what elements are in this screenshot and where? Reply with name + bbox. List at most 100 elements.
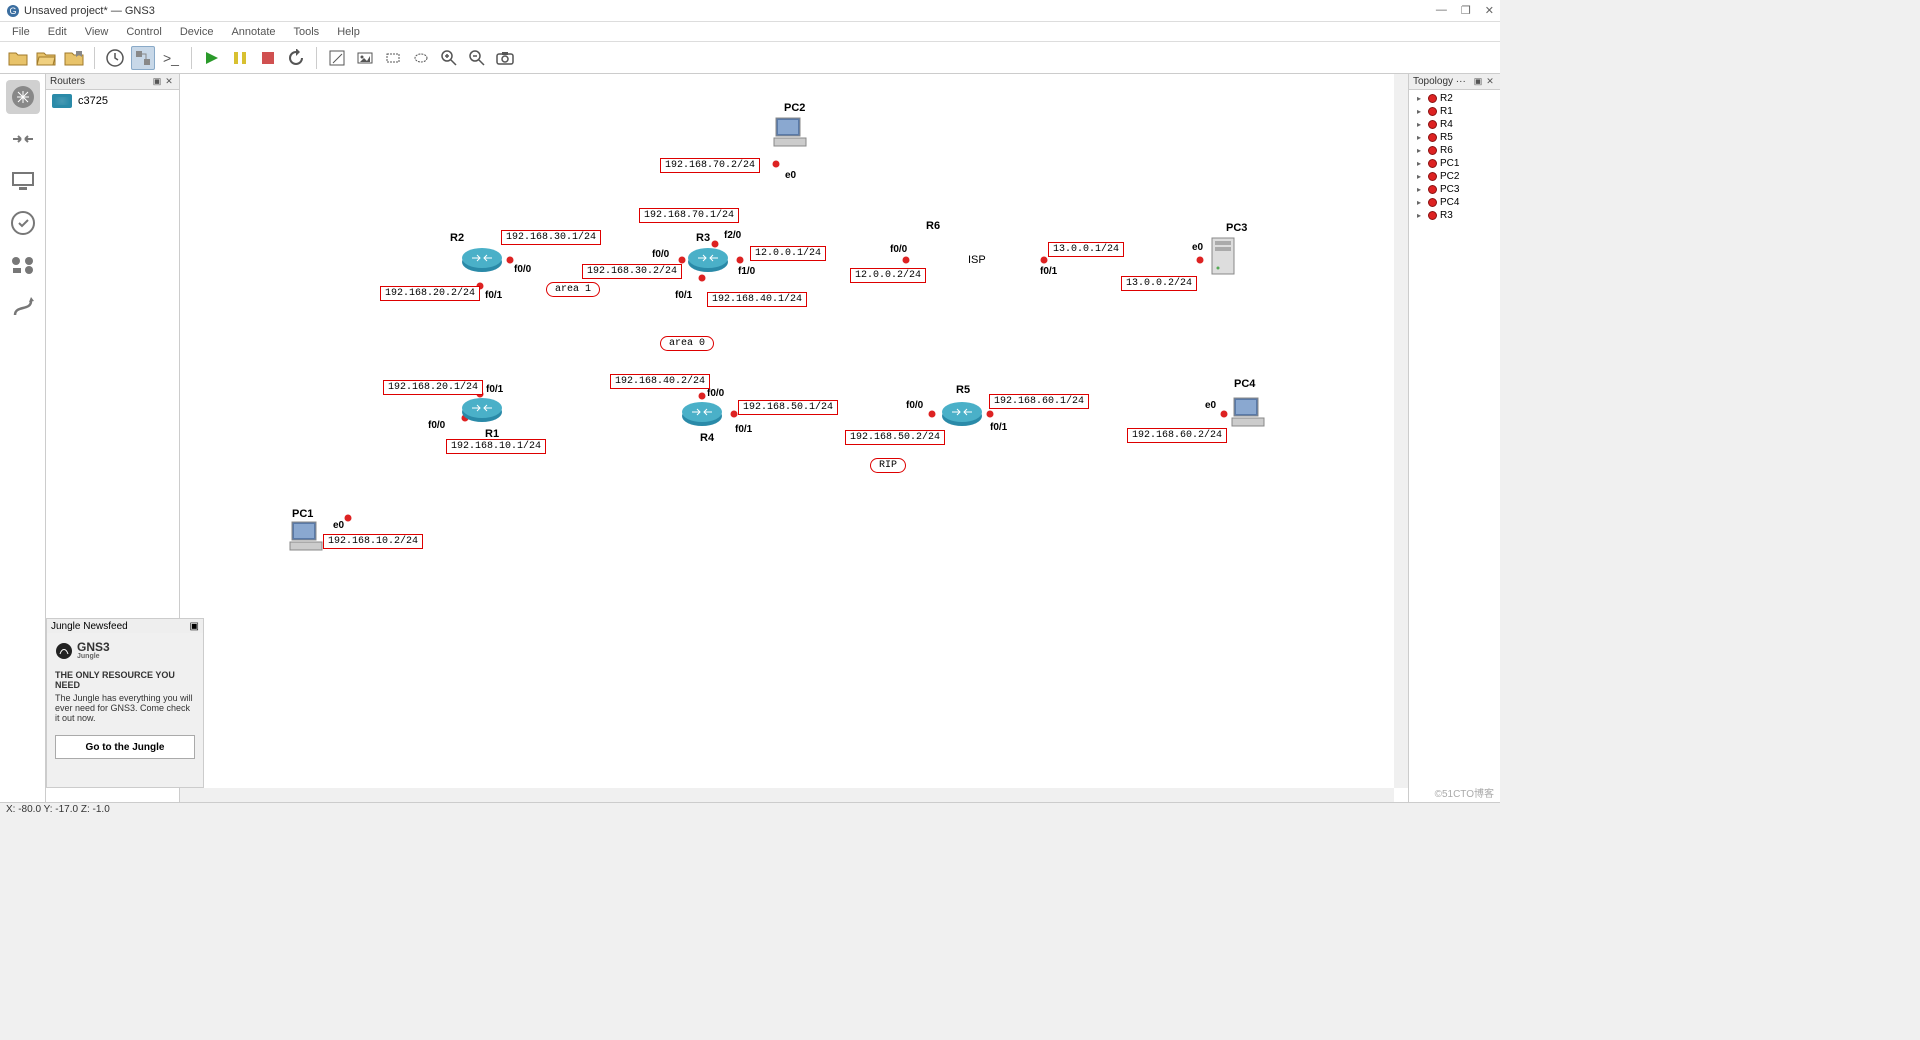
expand-icon[interactable]: ▸ <box>1417 185 1425 194</box>
minimize-button[interactable]: — <box>1436 4 1447 17</box>
menu-file[interactable]: File <box>4 24 38 40</box>
link-endpoint <box>903 257 910 264</box>
topology-item[interactable]: ▸R5 <box>1411 131 1498 144</box>
menu-tools[interactable]: Tools <box>286 24 328 40</box>
security-category-icon[interactable] <box>6 206 40 240</box>
expand-icon[interactable]: ▸ <box>1417 159 1425 168</box>
node-pc3[interactable] <box>1210 236 1236 276</box>
menu-control[interactable]: Control <box>118 24 169 40</box>
expand-icon[interactable]: ▸ <box>1417 120 1425 129</box>
link-endpoint <box>1197 257 1204 264</box>
menu-device[interactable]: Device <box>172 24 222 40</box>
panel-close-icon[interactable]: ✕ <box>1484 76 1496 87</box>
topology-item[interactable]: ▸ PC4 <box>1411 196 1498 209</box>
horizontal-scrollbar[interactable] <box>180 788 1394 802</box>
topology-item[interactable]: ▸R6 <box>1411 144 1498 157</box>
node-r2[interactable] <box>460 246 504 274</box>
expand-icon[interactable]: ▸ <box>1417 107 1425 116</box>
node-r5[interactable] <box>940 400 984 428</box>
panel-close-icon[interactable]: ✕ <box>163 76 175 87</box>
menu-view[interactable]: View <box>77 24 117 40</box>
console-icon[interactable]: >_ <box>159 46 183 70</box>
port: f2/0 <box>724 230 741 241</box>
node-pc2[interactable] <box>772 116 808 148</box>
node-pc4[interactable] <box>1230 396 1266 428</box>
topology-item[interactable]: ▸ R1 <box>1411 105 1498 118</box>
label-r2: R2 <box>450 232 464 244</box>
label-r5: R5 <box>956 384 970 396</box>
start-icon[interactable] <box>200 46 224 70</box>
port: f1/0 <box>738 266 755 277</box>
menu-edit[interactable]: Edit <box>40 24 75 40</box>
annotate-note-icon[interactable] <box>325 46 349 70</box>
topology-item[interactable]: ▸PC3 <box>1411 183 1498 196</box>
expand-icon[interactable]: ▸ <box>1417 172 1425 181</box>
node-pc1[interactable] <box>288 520 324 552</box>
pause-icon[interactable] <box>228 46 252 70</box>
ip: 192.168.30.2/24 <box>582 264 682 279</box>
port: f0/0 <box>890 244 907 255</box>
maximize-button[interactable]: ❐ <box>1461 4 1471 17</box>
panel-undock-icon[interactable]: ▣ <box>190 621 199 632</box>
node-r3[interactable] <box>686 246 730 274</box>
newsfeed-headline: THE ONLY RESOURCE YOU NEED <box>55 670 195 690</box>
toolbar: >_ <box>0 42 1500 74</box>
topology-item[interactable]: ▸R2 <box>1411 92 1498 105</box>
statusbar: X: -80.0 Y: -17.0 Z: -1.0 <box>0 802 1500 816</box>
save-project-icon[interactable] <box>62 46 86 70</box>
expand-icon[interactable]: ▸ <box>1417 94 1425 103</box>
node-r4[interactable] <box>680 400 724 428</box>
port: f0/1 <box>735 424 752 435</box>
reload-icon[interactable] <box>284 46 308 70</box>
expand-icon[interactable]: ▸ <box>1417 211 1425 220</box>
ip: 12.0.0.2/24 <box>850 268 926 283</box>
topology-item-label: R4 <box>1440 119 1453 130</box>
link-endpoint <box>1221 411 1228 418</box>
panel-undock-icon[interactable]: ▣ <box>151 76 163 87</box>
zoom-in-icon[interactable] <box>437 46 461 70</box>
topology-item-label: R1 <box>1440 106 1453 117</box>
titlebar: G Unsaved project* — GNS3 — ❐ ✕ <box>0 0 1500 22</box>
go-to-jungle-button[interactable]: Go to the Jungle <box>55 735 195 759</box>
annotate-image-icon[interactable] <box>353 46 377 70</box>
switches-category-icon[interactable] <box>6 122 40 156</box>
port: e0 <box>1192 242 1203 253</box>
topology-item-label: PC4 <box>1440 197 1459 208</box>
show-interface-labels-icon[interactable] <box>131 46 155 70</box>
ip: 12.0.0.1/24 <box>750 246 826 261</box>
status-dot-icon <box>1428 172 1437 181</box>
close-button[interactable]: ✕ <box>1485 4 1494 17</box>
label-pc1: PC1 <box>292 508 313 520</box>
new-project-icon[interactable] <box>6 46 30 70</box>
app-icon: G <box>6 4 20 18</box>
topology-item[interactable]: ▸PC1 <box>1411 157 1498 170</box>
ip: 192.168.70.2/24 <box>660 158 760 173</box>
vertical-scrollbar[interactable] <box>1394 74 1408 788</box>
router-template-item[interactable]: c3725 <box>46 90 179 112</box>
expand-icon[interactable]: ▸ <box>1417 198 1425 207</box>
annotate-ellipse-icon[interactable] <box>409 46 433 70</box>
zoom-out-icon[interactable] <box>465 46 489 70</box>
topology-item[interactable]: ▸PC2 <box>1411 170 1498 183</box>
snapshot-icon[interactable] <box>103 46 127 70</box>
menu-help[interactable]: Help <box>329 24 368 40</box>
expand-icon[interactable]: ▸ <box>1417 146 1425 155</box>
menu-annotate[interactable]: Annotate <box>223 24 283 40</box>
canvas[interactable]: R2 R1 R3 R4 R5 R6 PC1 PC2 PC3 PC4 ISP ar… <box>180 74 1408 802</box>
newsfeed-panel: Jungle Newsfeed ▣ GNS3 Jungle THE ONLY R… <box>46 618 204 788</box>
panel-undock-icon[interactable]: ▣ <box>1472 76 1484 87</box>
all-devices-icon[interactable] <box>6 248 40 282</box>
stop-icon[interactable] <box>256 46 280 70</box>
status-dot-icon <box>1428 211 1437 220</box>
node-r1[interactable] <box>460 396 504 424</box>
routers-category-icon[interactable] <box>6 80 40 114</box>
end-devices-category-icon[interactable] <box>6 164 40 198</box>
screenshot-icon[interactable] <box>493 46 517 70</box>
expand-icon[interactable]: ▸ <box>1417 133 1425 142</box>
open-project-icon[interactable] <box>34 46 58 70</box>
add-link-icon[interactable] <box>6 290 40 324</box>
topology-item[interactable]: ▸R3 <box>1411 209 1498 222</box>
status-dot-icon <box>1428 185 1437 194</box>
annotate-rect-icon[interactable] <box>381 46 405 70</box>
topology-item[interactable]: ▸ R4 <box>1411 118 1498 131</box>
